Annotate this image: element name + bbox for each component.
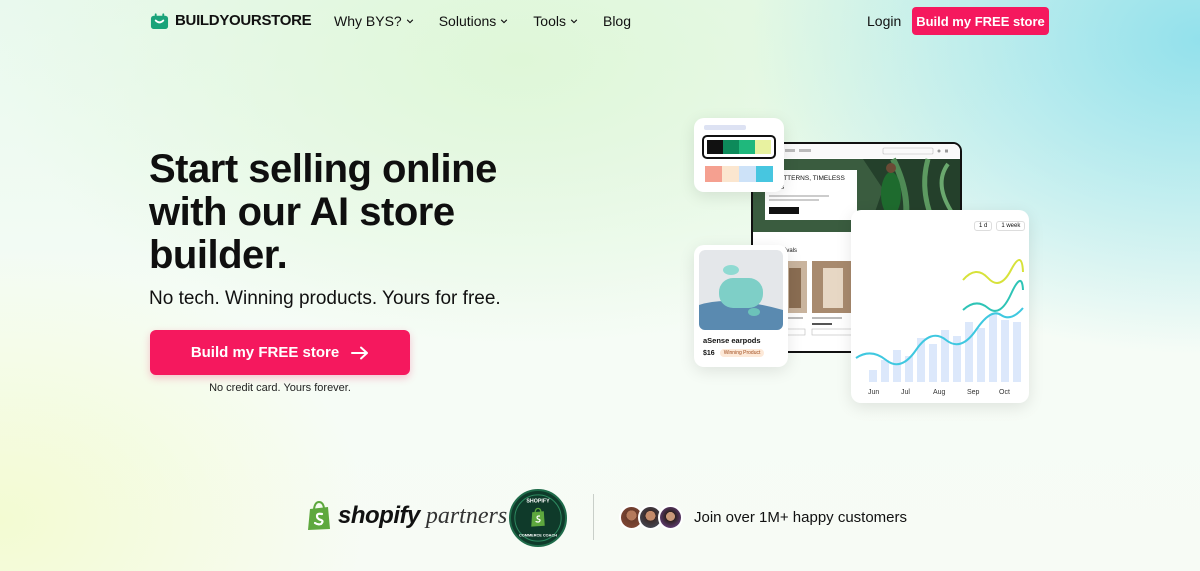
- badge-bottom-text: COMMERCE COACH: [519, 533, 557, 537]
- partners-wordmark: partners: [425, 502, 508, 529]
- arrow-right-icon: [351, 346, 369, 359]
- month-label: Aug: [933, 389, 946, 396]
- avatar: [658, 505, 683, 530]
- shopping-bag-icon: [150, 13, 169, 30]
- top-navigation: BUILDYOURSTORE Why BYS? Solutions Tools …: [0, 0, 1200, 42]
- build-free-store-button[interactable]: Build my FREE store: [912, 7, 1049, 35]
- nav-item-label: Why BYS?: [334, 13, 402, 29]
- shopify-partners-logo: shopify partners: [306, 501, 507, 531]
- hero-subtitle: No tech. Winning products. Yours for fre…: [149, 288, 501, 309]
- hero-note: No credit card. Yours forever.: [209, 382, 351, 394]
- shopify-wordmark: shopify: [338, 502, 420, 529]
- chevron-down-icon: [406, 19, 413, 24]
- shopify-commerce-coach-badge: SHOPIFY COMMERCE COACH: [509, 489, 567, 547]
- customer-avatars: [619, 505, 685, 531]
- brand-logo[interactable]: BUILDYOURSTORE: [150, 11, 312, 30]
- sales-chart-graphic: Jun Jul Aug Sep Oct: [855, 259, 1024, 396]
- chevron-down-icon: [570, 19, 578, 24]
- nav-item-why-bys[interactable]: Why BYS?: [334, 13, 414, 29]
- customers-count-text: Join over 1M+ happy customers: [694, 509, 908, 526]
- nav-item-label: Solutions: [438, 13, 497, 29]
- hero-cta-button[interactable]: Build my FREE store: [150, 330, 410, 375]
- nav-links: Why BYS? Solutions Tools Blog: [334, 13, 631, 29]
- nav-item-tools[interactable]: Tools: [533, 13, 578, 29]
- login-link[interactable]: Login: [867, 13, 901, 29]
- product-name: aSense earpods: [703, 336, 761, 345]
- divider: [593, 494, 594, 540]
- product-card: aSense earpods $16 Winning Product: [694, 245, 788, 367]
- brand-name: BUILDYOURSTORE: [175, 12, 312, 29]
- color-palette-card: [694, 118, 784, 192]
- month-label: Oct: [999, 389, 1010, 396]
- month-label: Jul: [901, 389, 910, 396]
- hero-title: Start selling online with our AI store b…: [149, 147, 497, 277]
- palette-graphic: [702, 125, 776, 182]
- month-label: Jun: [868, 389, 879, 396]
- commerce-coach-seal: SHOPIFY COMMERCE COACH: [514, 494, 562, 542]
- nav-item-label: Blog: [602, 13, 632, 29]
- product-meta: $16 Winning Product: [703, 349, 765, 357]
- badge-top-text: SHOPIFY: [526, 499, 550, 505]
- nav-item-blog[interactable]: Blog: [603, 13, 631, 29]
- product-price: $16: [703, 349, 715, 357]
- nav-item-label: Tools: [533, 13, 566, 29]
- hero-cta-label: Build my FREE store: [190, 344, 340, 361]
- chevron-down-icon: [501, 19, 508, 24]
- nav-item-solutions[interactable]: Solutions: [439, 13, 509, 29]
- winning-product-badge: Winning Product: [719, 349, 765, 357]
- product-image: [699, 250, 783, 330]
- shopify-bag-icon: [308, 501, 330, 530]
- sales-chart-card: 1 d 1 week Jun Jul Aug Sep Oct: [851, 210, 1029, 403]
- month-label: Sep: [967, 389, 980, 396]
